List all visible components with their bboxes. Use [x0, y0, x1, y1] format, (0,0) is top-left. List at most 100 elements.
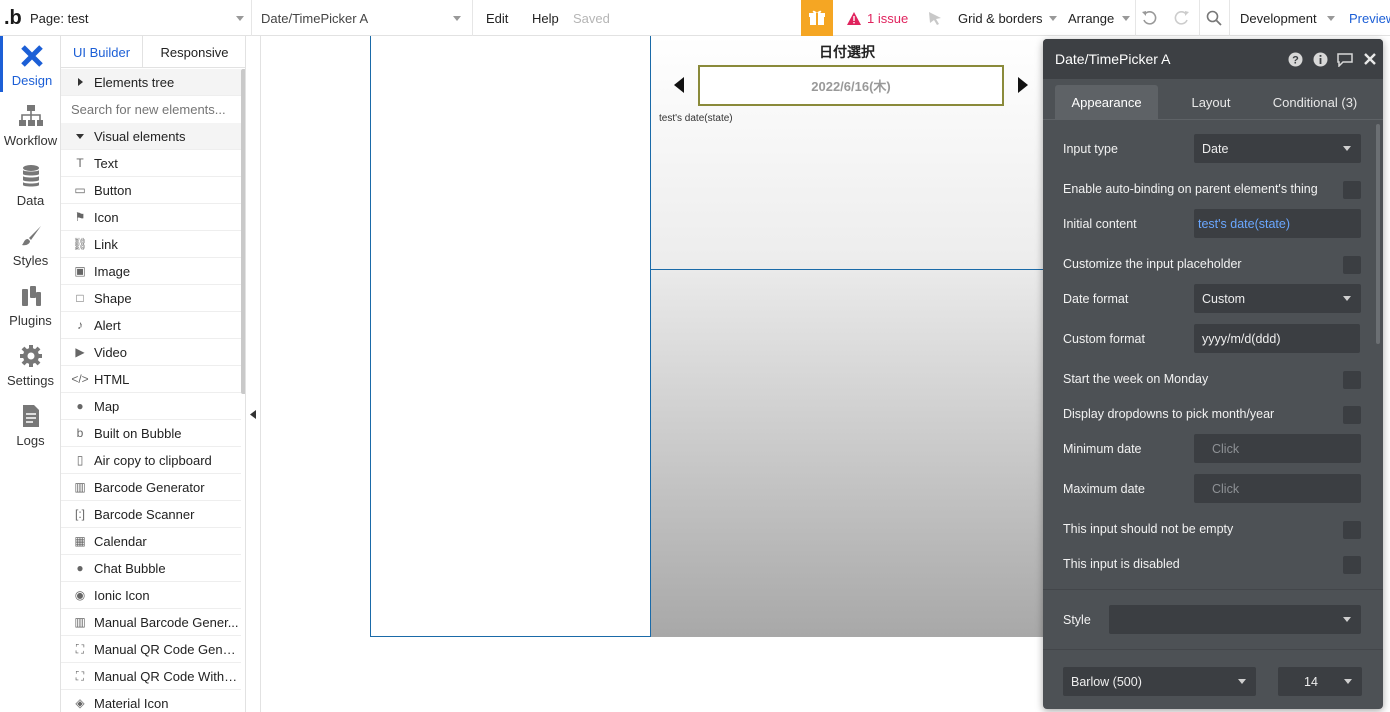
tab-appearance[interactable]: Appearance	[1055, 85, 1158, 119]
element-search-input[interactable]	[71, 102, 231, 117]
not-empty-checkbox[interactable]	[1343, 521, 1361, 539]
element-item-ionic-icon[interactable]: ◉ Ionic Icon	[61, 582, 241, 609]
environment-selector[interactable]: Development	[1240, 0, 1335, 36]
date-picker-input[interactable]: 2022/6/16(木)	[698, 65, 1004, 106]
input-type-dropdown[interactable]: Date	[1194, 134, 1361, 163]
element-item-label: HTML	[94, 371, 130, 387]
tab-responsive[interactable]: Responsive	[143, 36, 245, 68]
element-item-shape[interactable]: □ Shape	[61, 285, 241, 312]
input-type-value: Date	[1202, 141, 1229, 156]
collapse-left-icon[interactable]	[250, 410, 257, 419]
tab-layout[interactable]: Layout	[1171, 85, 1251, 119]
element-item-video[interactable]: ▶ Video	[61, 339, 241, 366]
tab-ui-builder[interactable]: UI Builder	[61, 36, 143, 68]
edit-menu[interactable]: Edit	[486, 0, 508, 36]
custom-format-input[interactable]: yyyy/m/d(ddd)	[1194, 324, 1360, 353]
chevron-down-icon	[1048, 15, 1057, 21]
rail-item-logs[interactable]: Logs	[0, 396, 61, 452]
element-item-calendar[interactable]: ▦ Calendar	[61, 528, 241, 555]
element-item-manual-qr-code-gener[interactable]: ⛶ Manual QR Code Gener...	[61, 636, 241, 663]
property-scrollbar[interactable]	[1376, 124, 1380, 344]
warning-icon	[847, 11, 861, 25]
rail-item-workflow[interactable]: Workflow	[0, 96, 61, 152]
property-editor-title: Date/TimePicker A	[1055, 51, 1171, 67]
element-search[interactable]	[61, 96, 241, 124]
element-item-label: Barcode Generator	[94, 479, 205, 495]
disabled-label: This input is disabled	[1063, 557, 1180, 571]
max-date-field[interactable]: Click	[1194, 474, 1361, 503]
disabled-checkbox[interactable]	[1343, 556, 1361, 574]
svg-text:?: ?	[1292, 55, 1299, 67]
rail-item-design[interactable]: Design	[0, 36, 61, 92]
element-item-label: Manual QR Code With L...	[94, 668, 239, 684]
panel-collapse-gutter	[247, 36, 261, 712]
rail-item-settings[interactable]: Settings	[0, 336, 61, 392]
rail-item-data[interactable]: Data	[0, 156, 61, 212]
visual-elements-toggle[interactable]: Visual elements	[61, 123, 241, 150]
comment-icon[interactable]	[1336, 52, 1354, 67]
redo-icon[interactable]	[1173, 0, 1190, 36]
button-icon: ▭	[74, 183, 86, 197]
initial-content-field[interactable]: test's date(state)	[1194, 209, 1361, 238]
undo-icon[interactable]	[1141, 0, 1158, 36]
clipboard-icon: ▯	[76, 453, 84, 467]
video-icon: ▶	[75, 345, 85, 359]
element-item-label: Manual QR Code Gener...	[94, 641, 239, 657]
help-menu[interactable]: Help	[532, 0, 559, 36]
font-size-dropdown[interactable]: 14	[1278, 667, 1362, 696]
bubble-logo[interactable]: .b	[4, 0, 26, 36]
page-selector[interactable]: Page: test	[30, 0, 248, 36]
tab-conditional[interactable]: Conditional (3)	[1261, 85, 1369, 119]
chat-bubble-icon: ●	[76, 561, 84, 575]
preview-button[interactable]: Preview	[1349, 0, 1390, 36]
element-item-chat-bubble[interactable]: ● Chat Bubble	[61, 555, 241, 582]
font-size-value: 14	[1304, 674, 1318, 689]
next-arrow-icon[interactable]	[1017, 76, 1029, 97]
element-item-link[interactable]: ⛓ Link	[61, 231, 241, 258]
element-item-manual-barcode-gener[interactable]: ▥ Manual Barcode Gener...	[61, 609, 241, 636]
date-format-dropdown[interactable]: Custom	[1194, 284, 1361, 313]
style-dropdown[interactable]	[1109, 605, 1361, 634]
min-date-field[interactable]: Click	[1194, 434, 1361, 463]
element-item-icon[interactable]: ⚑ Icon	[61, 204, 241, 231]
elements-tree-toggle[interactable]: Elements tree	[61, 69, 241, 96]
week-monday-checkbox[interactable]	[1343, 371, 1361, 389]
element-item-image[interactable]: ▣ Image	[61, 258, 241, 285]
element-item-manual-qr-code-with-l[interactable]: ⛶ Manual QR Code With L...	[61, 663, 241, 690]
chevron-down-icon	[236, 15, 244, 21]
element-item-text[interactable]: T Text	[61, 150, 241, 177]
rail-item-styles[interactable]: Styles	[0, 216, 61, 272]
element-item-barcode-scanner[interactable]: [:] Barcode Scanner	[61, 501, 241, 528]
element-item-map[interactable]: ● Map	[61, 393, 241, 420]
grid-borders-menu[interactable]: Grid & borders	[958, 0, 1057, 36]
date-format-label: Date format	[1063, 292, 1129, 306]
font-dropdown[interactable]: Barlow (500)	[1063, 667, 1256, 696]
close-icon[interactable]	[1364, 53, 1376, 65]
rail-item-plugins[interactable]: Plugins	[0, 276, 61, 332]
customize-placeholder-checkbox[interactable]	[1343, 256, 1361, 274]
element-item-label: Built on Bubble	[94, 425, 182, 441]
search-icon[interactable]	[1206, 0, 1222, 36]
rail-label-workflow: Workflow	[3, 133, 58, 148]
prev-arrow-icon[interactable]	[673, 76, 685, 97]
dropdowns-checkbox[interactable]	[1343, 406, 1361, 424]
info-icon[interactable]	[1313, 52, 1328, 67]
element-item-html[interactable]: </> HTML	[61, 366, 241, 393]
gift-icon[interactable]	[801, 0, 833, 36]
element-item-air-copy-to-clipboard[interactable]: ▯ Air copy to clipboard	[61, 447, 241, 474]
cursor-icon[interactable]	[927, 0, 943, 36]
element-selector[interactable]: Date/TimePicker A	[261, 0, 465, 36]
help-icon[interactable]: ?	[1288, 52, 1303, 67]
element-item-button[interactable]: ▭ Button	[61, 177, 241, 204]
element-item-built-on-bubble[interactable]: b Built on Bubble	[61, 420, 241, 447]
arrange-menu[interactable]: Arrange	[1068, 0, 1131, 36]
design-icon	[21, 45, 43, 67]
group-bottom[interactable]	[650, 270, 1044, 637]
panel-scrollbar[interactable]	[241, 69, 245, 394]
element-item-barcode-generator[interactable]: ▥ Barcode Generator	[61, 474, 241, 501]
issues-label: 1 issue	[867, 10, 909, 26]
auto-binding-checkbox[interactable]	[1343, 181, 1361, 199]
element-item-alert[interactable]: ♪ Alert	[61, 312, 241, 339]
element-item-material-icon[interactable]: ◈ Material Icon	[61, 690, 241, 712]
issues-indicator[interactable]: 1 issue	[847, 0, 908, 36]
